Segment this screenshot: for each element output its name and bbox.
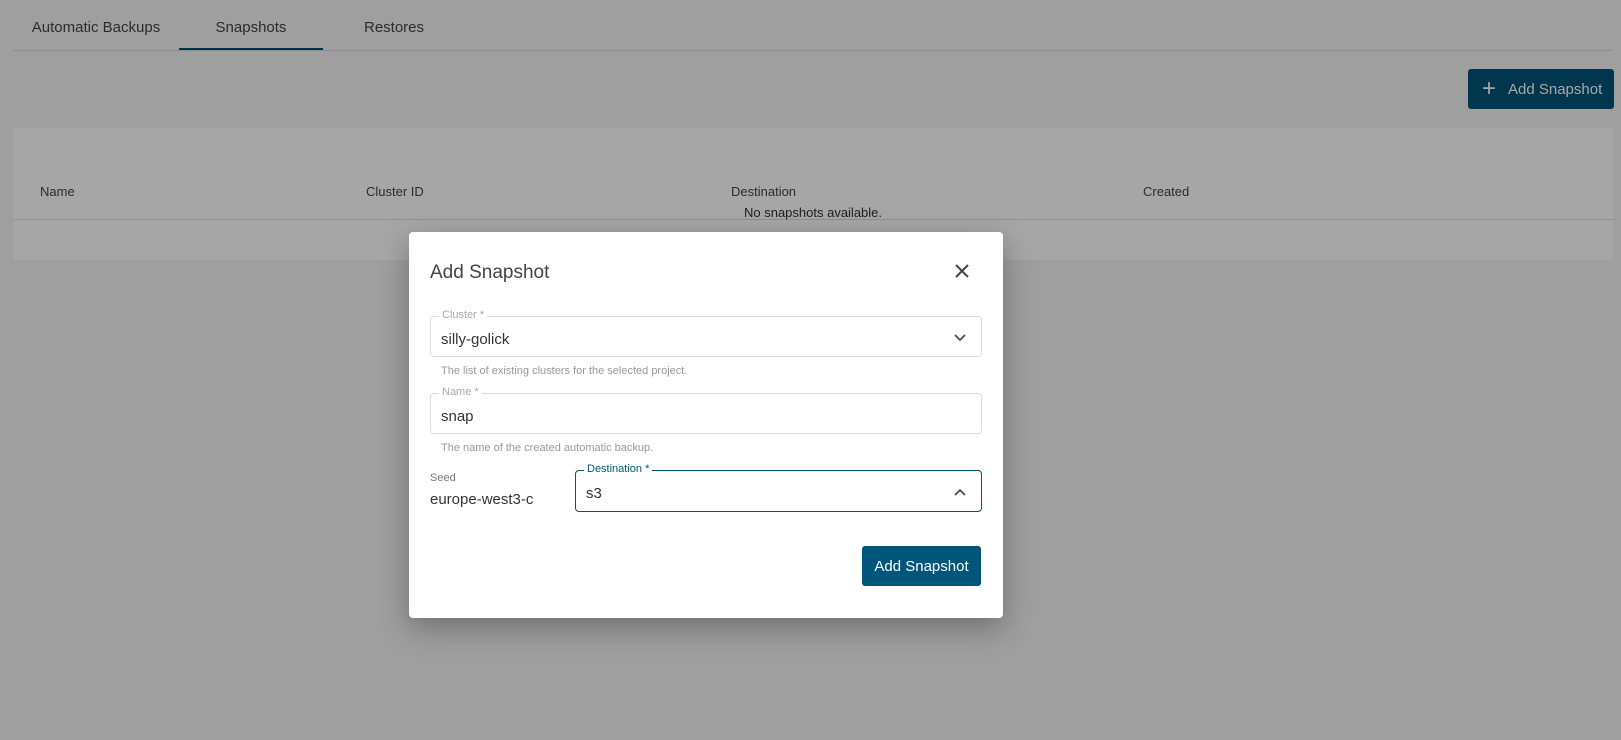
dialog-title: Add Snapshot: [430, 262, 550, 283]
name-hint: The name of the created automatic backup…: [441, 442, 654, 454]
cluster-hint: The list of existing clusters for the se…: [441, 365, 688, 377]
cluster-select[interactable]: Cluster * silly-golick: [430, 309, 982, 357]
close-icon[interactable]: [953, 262, 971, 280]
chevron-down-icon: [954, 334, 966, 342]
add-snapshot-dialog: Add Snapshot Cluster * silly-golick The …: [409, 232, 1003, 618]
name-input[interactable]: Name * snap: [430, 386, 982, 434]
seed-label: Seed: [430, 472, 456, 484]
name-label: Name *: [439, 386, 482, 398]
destination-value: s3: [586, 485, 602, 502]
seed-value: europe-west3-c: [430, 491, 534, 508]
name-value: snap: [441, 408, 474, 425]
destination-select[interactable]: Destination * s3: [575, 463, 982, 512]
destination-label: Destination *: [584, 463, 653, 475]
submit-add-snapshot-button[interactable]: Add Snapshot: [862, 546, 981, 586]
cluster-label: Cluster *: [439, 309, 488, 321]
cluster-value: silly-golick: [441, 331, 510, 348]
chevron-up-icon: [954, 488, 966, 496]
